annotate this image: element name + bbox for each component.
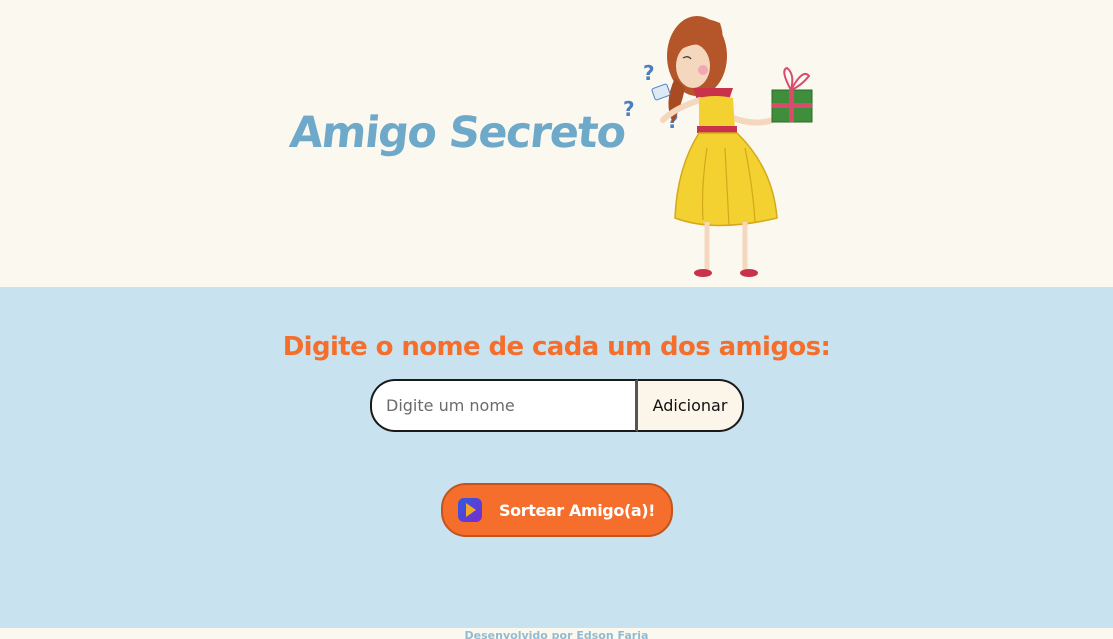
name-input[interactable] — [370, 379, 638, 432]
page: Amigo Secreto ? ? ? — [0, 0, 1113, 639]
section-subtitle: Digite o nome de cada um dos amigos: — [282, 332, 831, 362]
play-icon — [458, 498, 482, 522]
footer-credit: Desenvolvido por Edson Faria — [464, 629, 649, 639]
main-section: Digite o nome de cada um dos amigos: Adi… — [0, 287, 1113, 628]
svg-text:?: ? — [623, 97, 635, 121]
woman-holding-gift-icon: ? ? ? — [623, 16, 813, 277]
header-banner: Amigo Secreto ? ? ? — [0, 0, 1113, 287]
page-title: Amigo Secreto — [287, 108, 628, 158]
footer: Desenvolvido por Edson Faria — [0, 628, 1113, 639]
add-button[interactable]: Adicionar — [638, 379, 744, 432]
svg-text:?: ? — [643, 61, 655, 85]
add-friend-form: Adicionar — [370, 379, 744, 432]
draw-button-label: Sortear Amigo(a)! — [499, 500, 656, 520]
draw-friend-button[interactable]: Sortear Amigo(a)! — [441, 483, 673, 537]
